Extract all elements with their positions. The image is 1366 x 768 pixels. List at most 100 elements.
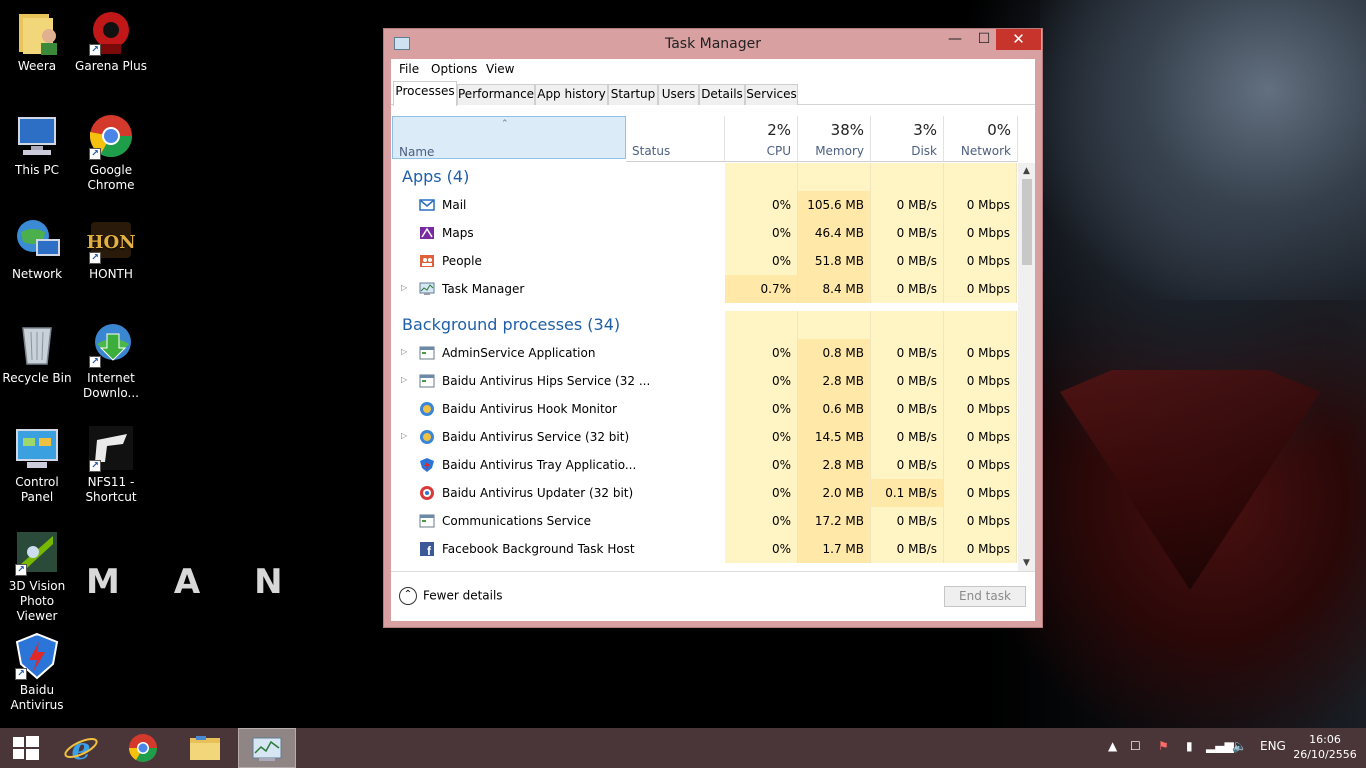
process-memory-value: 2.8 MB: [798, 367, 871, 395]
process-row[interactable]: Baidu Antivirus Updater (32 bit) 0% 2.0 MB…: [391, 479, 1018, 507]
tab-startup[interactable]: Startup: [608, 84, 658, 105]
desktop-icon-this-pc[interactable]: This PC: [0, 112, 74, 178]
desktop-icon-idm[interactable]: ↗ Internet Downlo...: [74, 320, 148, 401]
desktop-icon-label: Google Chrome: [87, 163, 135, 192]
process-row[interactable]: ▷ AdminService Application 0% 0.8 MB 0 MB/s 0…: [391, 339, 1018, 367]
desktop-icon-control-panel[interactable]: Control Panel: [0, 424, 74, 505]
tab-app-history[interactable]: App history: [535, 84, 608, 105]
process-row[interactable]: Mail 0% 105.6 MB 0 MB/s 0 Mbps: [391, 191, 1018, 219]
process-memory-value: 0.8 MB: [798, 339, 871, 367]
battery-icon[interactable]: ▮: [1186, 739, 1193, 753]
volume-icon[interactable]: 🔈: [1232, 739, 1247, 753]
close-button[interactable]: ✕: [996, 29, 1041, 50]
process-network-value: 0 Mbps: [944, 451, 1017, 479]
column-header-name[interactable]: ⌃ Name: [392, 116, 626, 159]
fewer-details-button[interactable]: ⌃ Fewer details: [399, 587, 503, 607]
computer-icon: [13, 112, 61, 160]
desktop-icon-garena[interactable]: ↗ Garena Plus: [74, 8, 148, 74]
menu-options[interactable]: Options: [431, 62, 477, 76]
baidu-shield-icon: ↗: [13, 632, 61, 680]
chrome-icon: [129, 734, 157, 762]
process-row[interactable]: Communications Service 0% 17.2 MB 0 MB/s 0 M…: [391, 507, 1018, 535]
expand-arrow-icon[interactable]: ▷: [401, 431, 407, 440]
process-row[interactable]: f Facebook Background Task Host 0% 1.7 MB 0 …: [391, 535, 1018, 563]
start-button[interactable]: [0, 728, 58, 768]
group-header-label: Background processes (34): [402, 315, 621, 334]
process-row[interactable]: People 0% 51.8 MB 0 MB/s 0 Mbps: [391, 247, 1018, 275]
desktop-icon-baidu-antivirus[interactable]: ↗ Baidu Antivirus: [0, 632, 74, 713]
process-row[interactable]: ▷ Baidu Antivirus Hips Service (32 ... 0% 2…: [391, 367, 1018, 395]
expand-arrow-icon[interactable]: ▷: [401, 347, 407, 356]
taskbar-chrome[interactable]: [114, 728, 172, 768]
process-row[interactable]: Baidu Antivirus Tray Applicatio... 0% 2.8 …: [391, 451, 1018, 479]
process-disk-value: 0 MB/s: [871, 535, 944, 563]
column-header-memory[interactable]: 38% Memory: [798, 116, 871, 162]
taskbar-task-manager[interactable]: [238, 728, 296, 768]
desktop-icon-nfs11[interactable]: ↗ NFS11 - Shortcut: [74, 424, 148, 505]
column-header-network[interactable]: 0% Network: [944, 116, 1018, 162]
maximize-button[interactable]: ☐: [970, 29, 998, 50]
desktop-icon-chrome[interactable]: ↗ Google Chrome: [74, 112, 148, 193]
control-panel-icon: [13, 424, 61, 472]
expand-arrow-icon[interactable]: ▷: [401, 283, 407, 292]
column-header-cpu[interactable]: 2% CPU: [725, 116, 798, 162]
column-header-status[interactable]: Status: [626, 116, 725, 162]
expand-arrow-icon[interactable]: ▷: [401, 375, 407, 384]
process-memory-value: 8.4 MB: [798, 275, 871, 303]
tab-users[interactable]: Users: [658, 84, 699, 105]
desktop-icon-recycle-bin[interactable]: Recycle Bin: [0, 320, 74, 386]
vertical-scrollbar[interactable]: ▲ ▼: [1018, 163, 1035, 571]
desktop-icon-3d-vision[interactable]: ↗ 3D Vision Photo Viewer: [0, 528, 74, 624]
menu-file[interactable]: File: [399, 62, 419, 76]
tab-details[interactable]: Details: [699, 84, 745, 105]
process-name: Mail: [442, 198, 467, 212]
wallpaper-title: MAN O: [86, 562, 386, 602]
baidu-icon: [419, 429, 435, 445]
tab-processes[interactable]: Processes: [393, 81, 457, 106]
action-center-icon[interactable]: ☐: [1130, 739, 1141, 753]
show-hidden-icons-button[interactable]: ▲: [1108, 739, 1117, 753]
column-header-label: Status: [632, 144, 671, 158]
clock-date: 26/10/2556: [1293, 748, 1357, 761]
column-header-disk[interactable]: 3% Disk: [871, 116, 944, 162]
desktop-icon-honth[interactable]: HON ↗ HONTH: [74, 216, 148, 282]
process-memory-value: 2.8 MB: [798, 451, 871, 479]
process-cpu-value: 0%: [725, 423, 798, 451]
hon-game-icon: HON ↗: [86, 216, 136, 264]
desktop-icon-label: This PC: [15, 163, 59, 177]
taskbar-internet-explorer[interactable]: e: [52, 728, 110, 768]
app-window-icon: [419, 345, 435, 361]
task-manager-icon: [252, 737, 282, 761]
app-window-icon: [419, 513, 435, 529]
desktop-icon-network[interactable]: Network: [0, 216, 74, 282]
minimize-button[interactable]: —: [941, 29, 969, 50]
chevron-up-icon: ⌃: [399, 587, 417, 605]
menu-view[interactable]: View: [486, 62, 514, 76]
process-row[interactable]: Baidu Antivirus Hook Monitor 0% 0.6 MB 0 MB…: [391, 395, 1018, 423]
desktop-icon-label: NFS11 - Shortcut: [85, 475, 137, 504]
scroll-down-arrow-icon[interactable]: ▼: [1018, 555, 1035, 571]
window-footer: ⌃ Fewer details End task: [391, 571, 1035, 621]
process-network-value: 0 Mbps: [944, 535, 1017, 563]
column-header-label: Disk: [911, 144, 937, 158]
end-task-button[interactable]: End task: [944, 586, 1026, 607]
process-row[interactable]: ▷ Baidu Antivirus Service (32 bit) 0% 14.5 …: [391, 423, 1018, 451]
process-row[interactable]: Maps 0% 46.4 MB 0 MB/s 0 Mbps: [391, 219, 1018, 247]
desktop-icon-label: Internet Downlo...: [83, 371, 139, 400]
process-name-cell: Communications Service: [391, 507, 725, 535]
scrollbar-thumb[interactable]: [1022, 179, 1032, 265]
taskbar-clock[interactable]: 16:06 26/10/2556: [1290, 732, 1360, 762]
shortcut-arrow-icon: ↗: [89, 460, 101, 472]
tab-services[interactable]: Services: [745, 84, 798, 105]
scroll-up-arrow-icon[interactable]: ▲: [1018, 163, 1035, 179]
window-titlebar[interactable]: Task Manager — ☐ ✕: [384, 29, 1042, 59]
desktop-icon-weera[interactable]: Weera: [0, 8, 74, 74]
taskbar-file-explorer[interactable]: [176, 728, 234, 768]
process-name-cell: ▷ AdminService Application: [391, 339, 725, 367]
security-alert-flag-icon[interactable]: ⚑: [1158, 739, 1169, 753]
process-row[interactable]: ▷ Task Manager 0.7% 8.4 MB 0 MB/s 0 Mbps: [391, 275, 1018, 303]
tab-performance[interactable]: Performance: [457, 84, 535, 105]
signal-strength-icon[interactable]: ▂▄▆: [1206, 739, 1234, 753]
desktop-icon-label: HONTH: [89, 267, 133, 281]
input-language-indicator[interactable]: ENG: [1260, 739, 1286, 753]
